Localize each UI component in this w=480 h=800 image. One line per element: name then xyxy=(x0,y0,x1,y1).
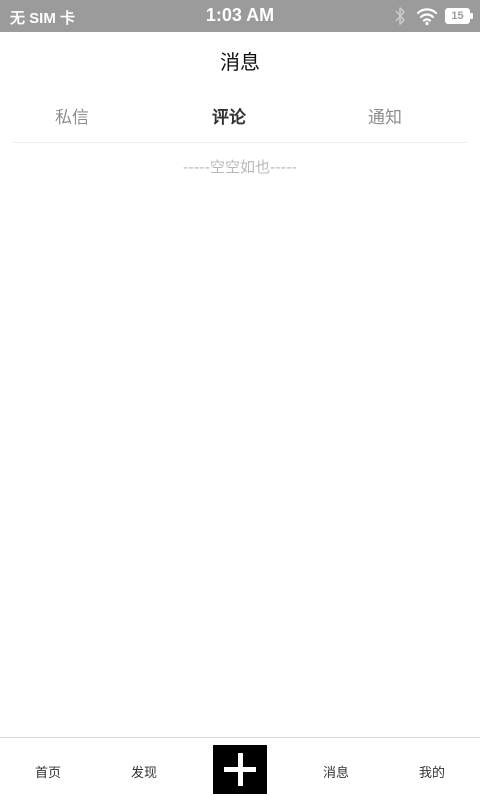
status-time: 1:03 AM xyxy=(205,5,275,25)
status-bar: 无 SIM 卡 1:03 AM 15 xyxy=(0,0,480,32)
tab-comments[interactable]: 评论 xyxy=(169,103,289,128)
message-tabs: 私信 评论 通知 xyxy=(12,87,468,143)
tab-private-messages[interactable]: 私信 xyxy=(12,103,132,128)
nav-item-messages[interactable]: 消息 xyxy=(288,762,384,781)
messages-screen: 无 SIM 卡 1:03 AM 15 消息 私信 评论 通知 -----空空如也… xyxy=(0,0,480,800)
add-post-button[interactable] xyxy=(213,745,267,794)
bottom-nav: 首页 发现 消息 我的 xyxy=(0,737,480,800)
wifi-icon xyxy=(416,8,438,26)
battery-icon: 15 xyxy=(445,8,473,24)
bluetooth-icon xyxy=(395,7,405,25)
nav-item-home[interactable]: 首页 xyxy=(0,762,96,781)
page-title: 消息 xyxy=(220,50,260,74)
empty-state-text: -----空空如也----- xyxy=(182,158,298,176)
nav-item-profile[interactable]: 我的 xyxy=(384,762,480,781)
header: 消息 xyxy=(0,32,480,87)
nav-item-discover[interactable]: 发现 xyxy=(96,762,192,781)
battery-level: 15 xyxy=(451,10,464,22)
tab-notifications[interactable]: 通知 xyxy=(325,103,445,128)
